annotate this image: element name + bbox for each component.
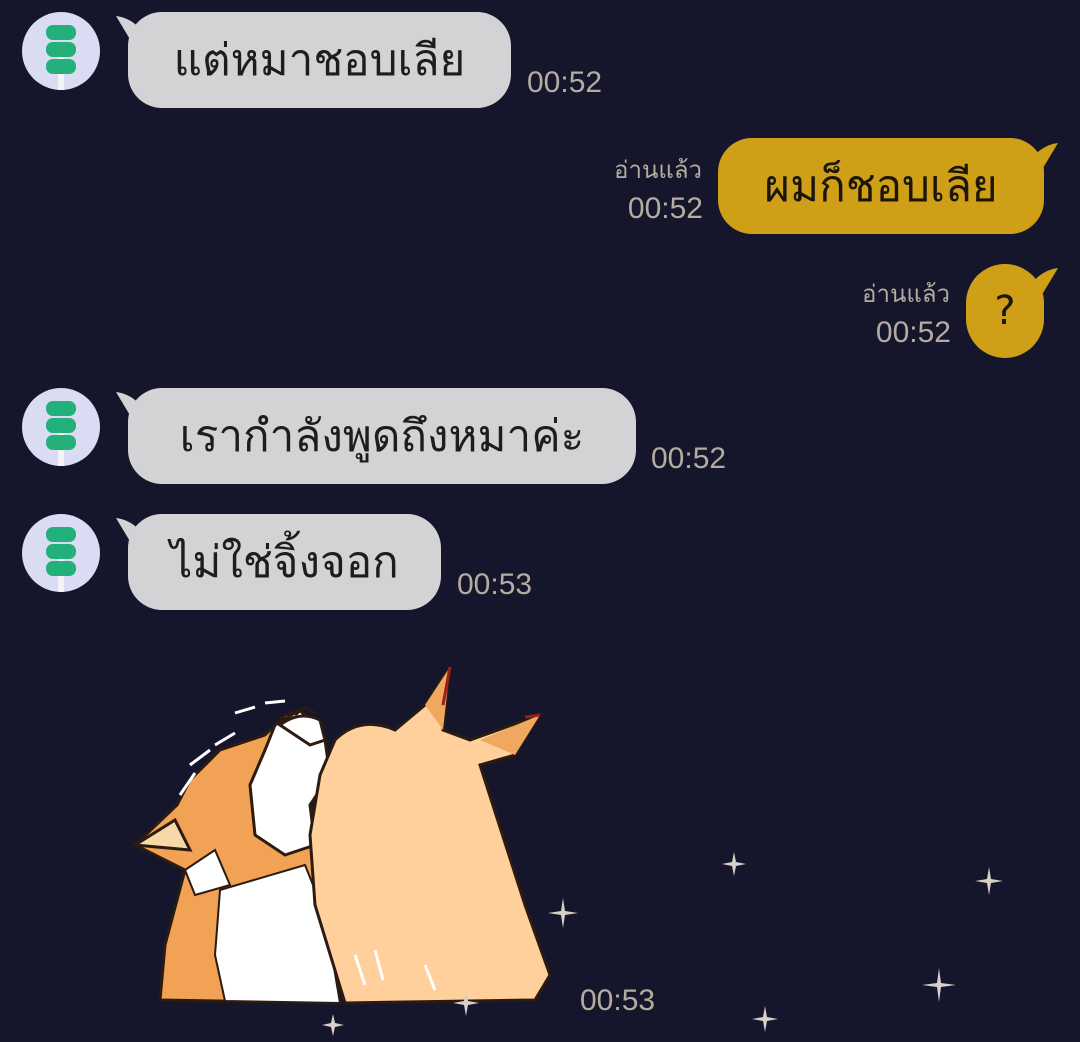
outgoing-message-bubble[interactable]: ?: [966, 264, 1044, 358]
contact-avatar[interactable]: [22, 514, 100, 592]
read-receipt: อ่านแล้ว: [862, 280, 950, 308]
read-receipt: อ่านแล้ว: [614, 156, 702, 184]
sparkle-icon: [453, 990, 479, 1016]
incoming-message-bubble[interactable]: เรากำลังพูดถึงหมาค่ะ: [128, 388, 636, 484]
avatar-icon: [46, 401, 76, 466]
message-timestamp: 00:52: [875, 316, 951, 349]
message-text: แต่หมาชอบเลีย: [173, 35, 466, 86]
message-timestamp: 00:52: [627, 192, 703, 225]
message-text: ไม่ใช่จิ้งจอก: [170, 537, 399, 588]
message-timestamp: 00:53: [580, 984, 656, 1017]
avatar-icon: [46, 25, 76, 90]
avatar-icon: [46, 527, 76, 592]
message-timestamp: 00:53: [457, 568, 533, 601]
message-timestamp: 00:52: [651, 442, 727, 475]
contact-avatar[interactable]: [22, 388, 100, 466]
outgoing-message-bubble[interactable]: ผมก็ชอบเลีย: [718, 138, 1044, 234]
sparkle-icon: [322, 1014, 344, 1036]
message-text: ผมก็ชอบเลีย: [764, 161, 998, 212]
sparkle-icon: [548, 898, 578, 928]
sticker-image[interactable]: [125, 655, 565, 1015]
incoming-message-bubble[interactable]: ไม่ใช่จิ้งจอก: [128, 514, 441, 610]
message-text: ?: [994, 288, 1016, 334]
message-timestamp: 00:52: [527, 66, 603, 99]
sparkle-icon: [722, 852, 746, 876]
sparkle-icon: [975, 867, 1003, 895]
sparkle-icon: [922, 968, 956, 1002]
contact-avatar[interactable]: [22, 12, 100, 90]
incoming-message-bubble[interactable]: แต่หมาชอบเลีย: [128, 12, 511, 108]
sparkle-icon: [752, 1006, 778, 1032]
message-text: เรากำลังพูดถึงหมาค่ะ: [179, 411, 585, 462]
